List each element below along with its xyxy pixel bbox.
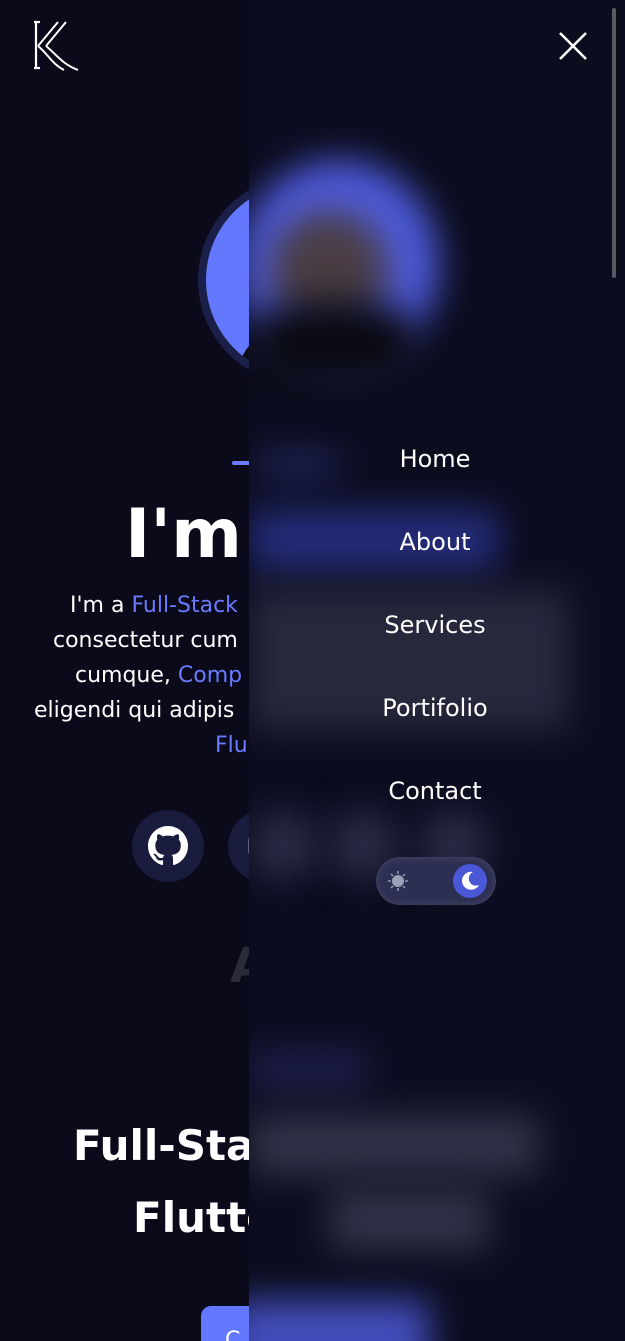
toggle-knob xyxy=(453,864,487,898)
nav-item-home[interactable]: Home xyxy=(335,444,535,474)
nav-menu: Home About Services Portifolio Contact xyxy=(249,0,625,1341)
theme-toggle[interactable] xyxy=(376,857,496,905)
close-icon[interactable] xyxy=(555,28,591,64)
brand-logo[interactable] xyxy=(30,18,82,74)
scrollbar[interactable] xyxy=(612,8,616,278)
hero-name: I'm xyxy=(125,495,242,574)
nav-item-about[interactable]: About xyxy=(335,527,535,557)
sun-icon xyxy=(388,871,408,891)
moon-icon xyxy=(462,871,479,890)
nav-item-portfolio[interactable]: Portifolio xyxy=(335,693,535,723)
github-icon xyxy=(148,826,188,866)
title-line-1: Full-Sta xyxy=(73,1121,255,1170)
portfolio-page: I'm I'm a Full-Stack consectetur cum cum… xyxy=(0,0,625,1341)
nav-item-services[interactable]: Services xyxy=(335,610,535,640)
github-link[interactable] xyxy=(132,810,204,882)
nav-item-contact[interactable]: Contact xyxy=(335,776,535,806)
